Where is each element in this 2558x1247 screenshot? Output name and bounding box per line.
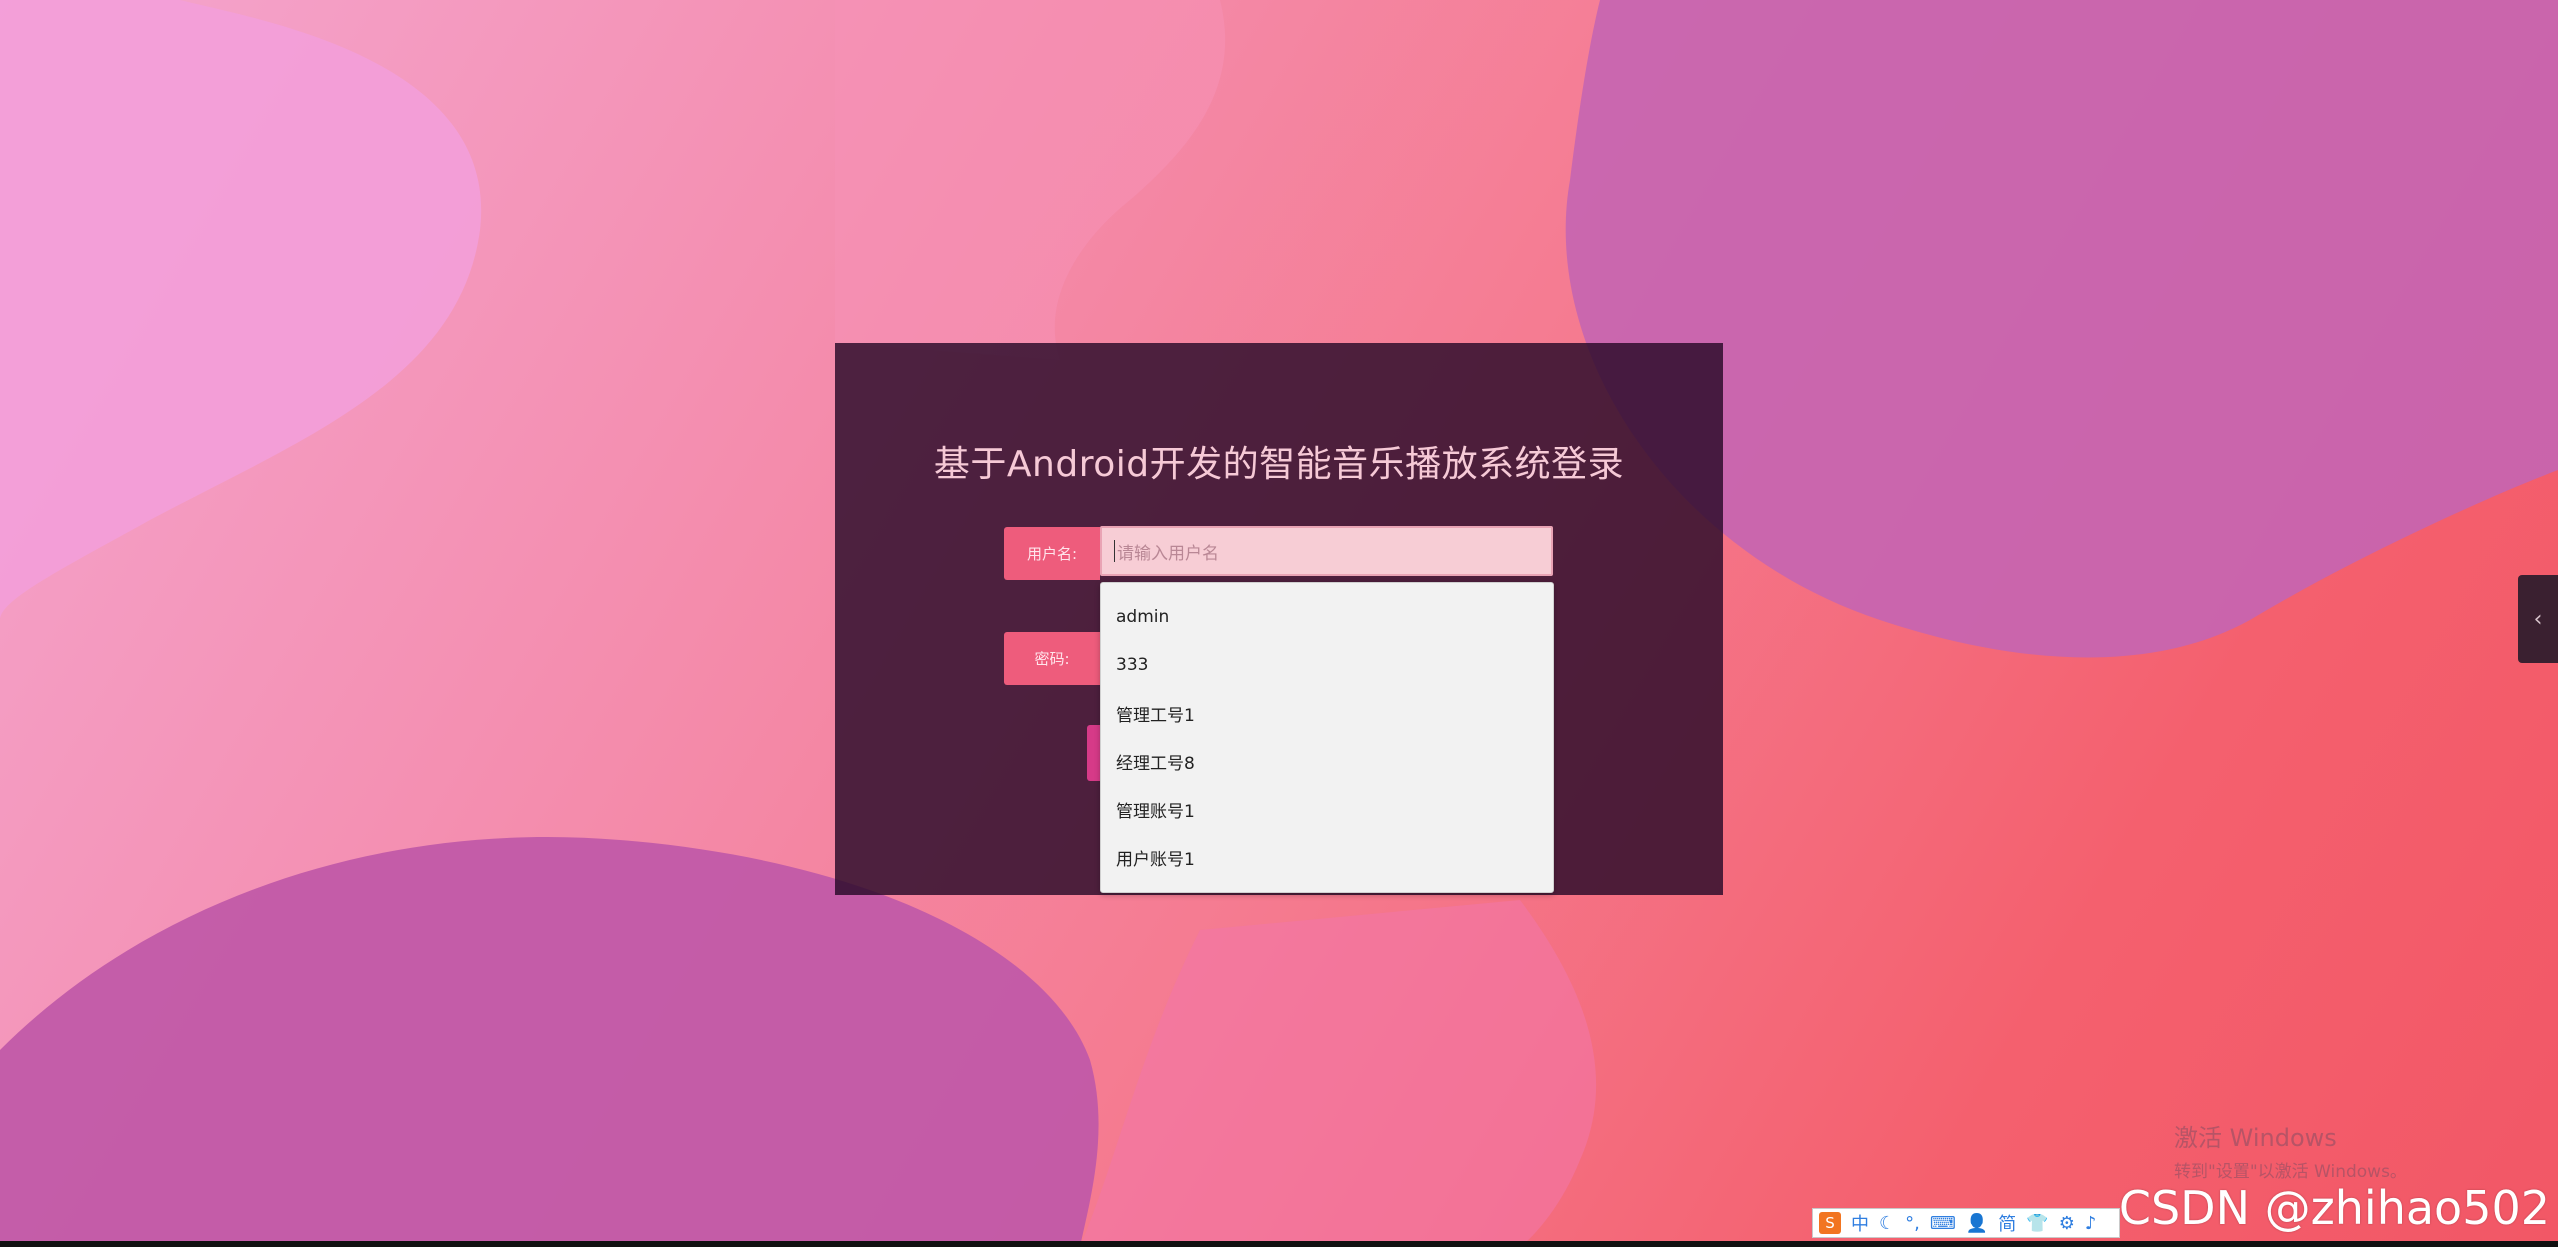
username-label: 用户名: <box>1004 527 1100 580</box>
autocomplete-item[interactable]: 经理工号8 <box>1101 737 1553 785</box>
password-label: 密码: <box>1004 632 1100 685</box>
ime-halfwidth-icon[interactable]: ☾ <box>1879 1213 1895 1234</box>
autocomplete-item[interactable]: 333 <box>1101 641 1553 689</box>
ime-skin-icon[interactable]: 👕 <box>2026 1213 2048 1234</box>
ime-toolbar: S 中 ☾ °, ⌨ 👤 简 👕 ⚙ ♪ <box>1812 1208 2120 1238</box>
ime-simplified-icon[interactable]: 简 <box>1998 1210 2016 1236</box>
watermark-line2: 转到"设置"以激活 Windows。 <box>2174 1162 2407 1182</box>
ime-keyboard-icon[interactable]: ⌨ <box>1930 1213 1956 1234</box>
username-autocomplete: admin 333 管理工号1 经理工号8 管理账号1 用户账号1 <box>1100 582 1554 893</box>
username-input[interactable]: 请输入用户名 <box>1100 526 1553 576</box>
ime-user-icon[interactable]: 👤 <box>1966 1213 1988 1234</box>
login-title: 基于Android开发的智能音乐播放系统登录 <box>933 444 1625 485</box>
blob-bottom-left <box>0 836 1099 1247</box>
ime-settings-icon[interactable]: ⚙ <box>2059 1213 2075 1234</box>
text-caret <box>1114 540 1115 562</box>
ime-logo-icon[interactable]: S <box>1819 1212 1841 1234</box>
csdn-watermark: CSDN @zhihao502 <box>2118 1181 2550 1235</box>
side-panel-toggle[interactable]: ‹ <box>2518 575 2558 663</box>
ime-music-icon[interactable]: ♪ <box>2085 1213 2097 1234</box>
chevron-left-icon: ‹ <box>2533 606 2543 632</box>
bottom-edge <box>0 1241 2558 1247</box>
autocomplete-item[interactable]: 管理工号1 <box>1101 689 1553 737</box>
autocomplete-item[interactable]: admin <box>1101 593 1553 641</box>
login-page: 基于Android开发的智能音乐播放系统登录 用户名: 请输入用户名 密码: a… <box>0 0 2558 1247</box>
ime-punctuation-icon[interactable]: °, <box>1905 1213 1920 1234</box>
autocomplete-item[interactable]: 管理账号1 <box>1101 785 1553 833</box>
watermark-line1: 激活 Windows <box>2174 1124 2337 1152</box>
blob-bottom-center <box>1080 900 1597 1247</box>
ime-chinese-mode-icon[interactable]: 中 <box>1851 1210 1869 1236</box>
autocomplete-item[interactable]: 用户账号1 <box>1101 833 1553 881</box>
windows-activation-watermark: 激活 Windows 转到"设置"以激活 Windows。 <box>2174 1118 2407 1182</box>
username-placeholder: 请输入用户名 <box>1117 543 1219 564</box>
blob-top-left <box>0 0 482 620</box>
